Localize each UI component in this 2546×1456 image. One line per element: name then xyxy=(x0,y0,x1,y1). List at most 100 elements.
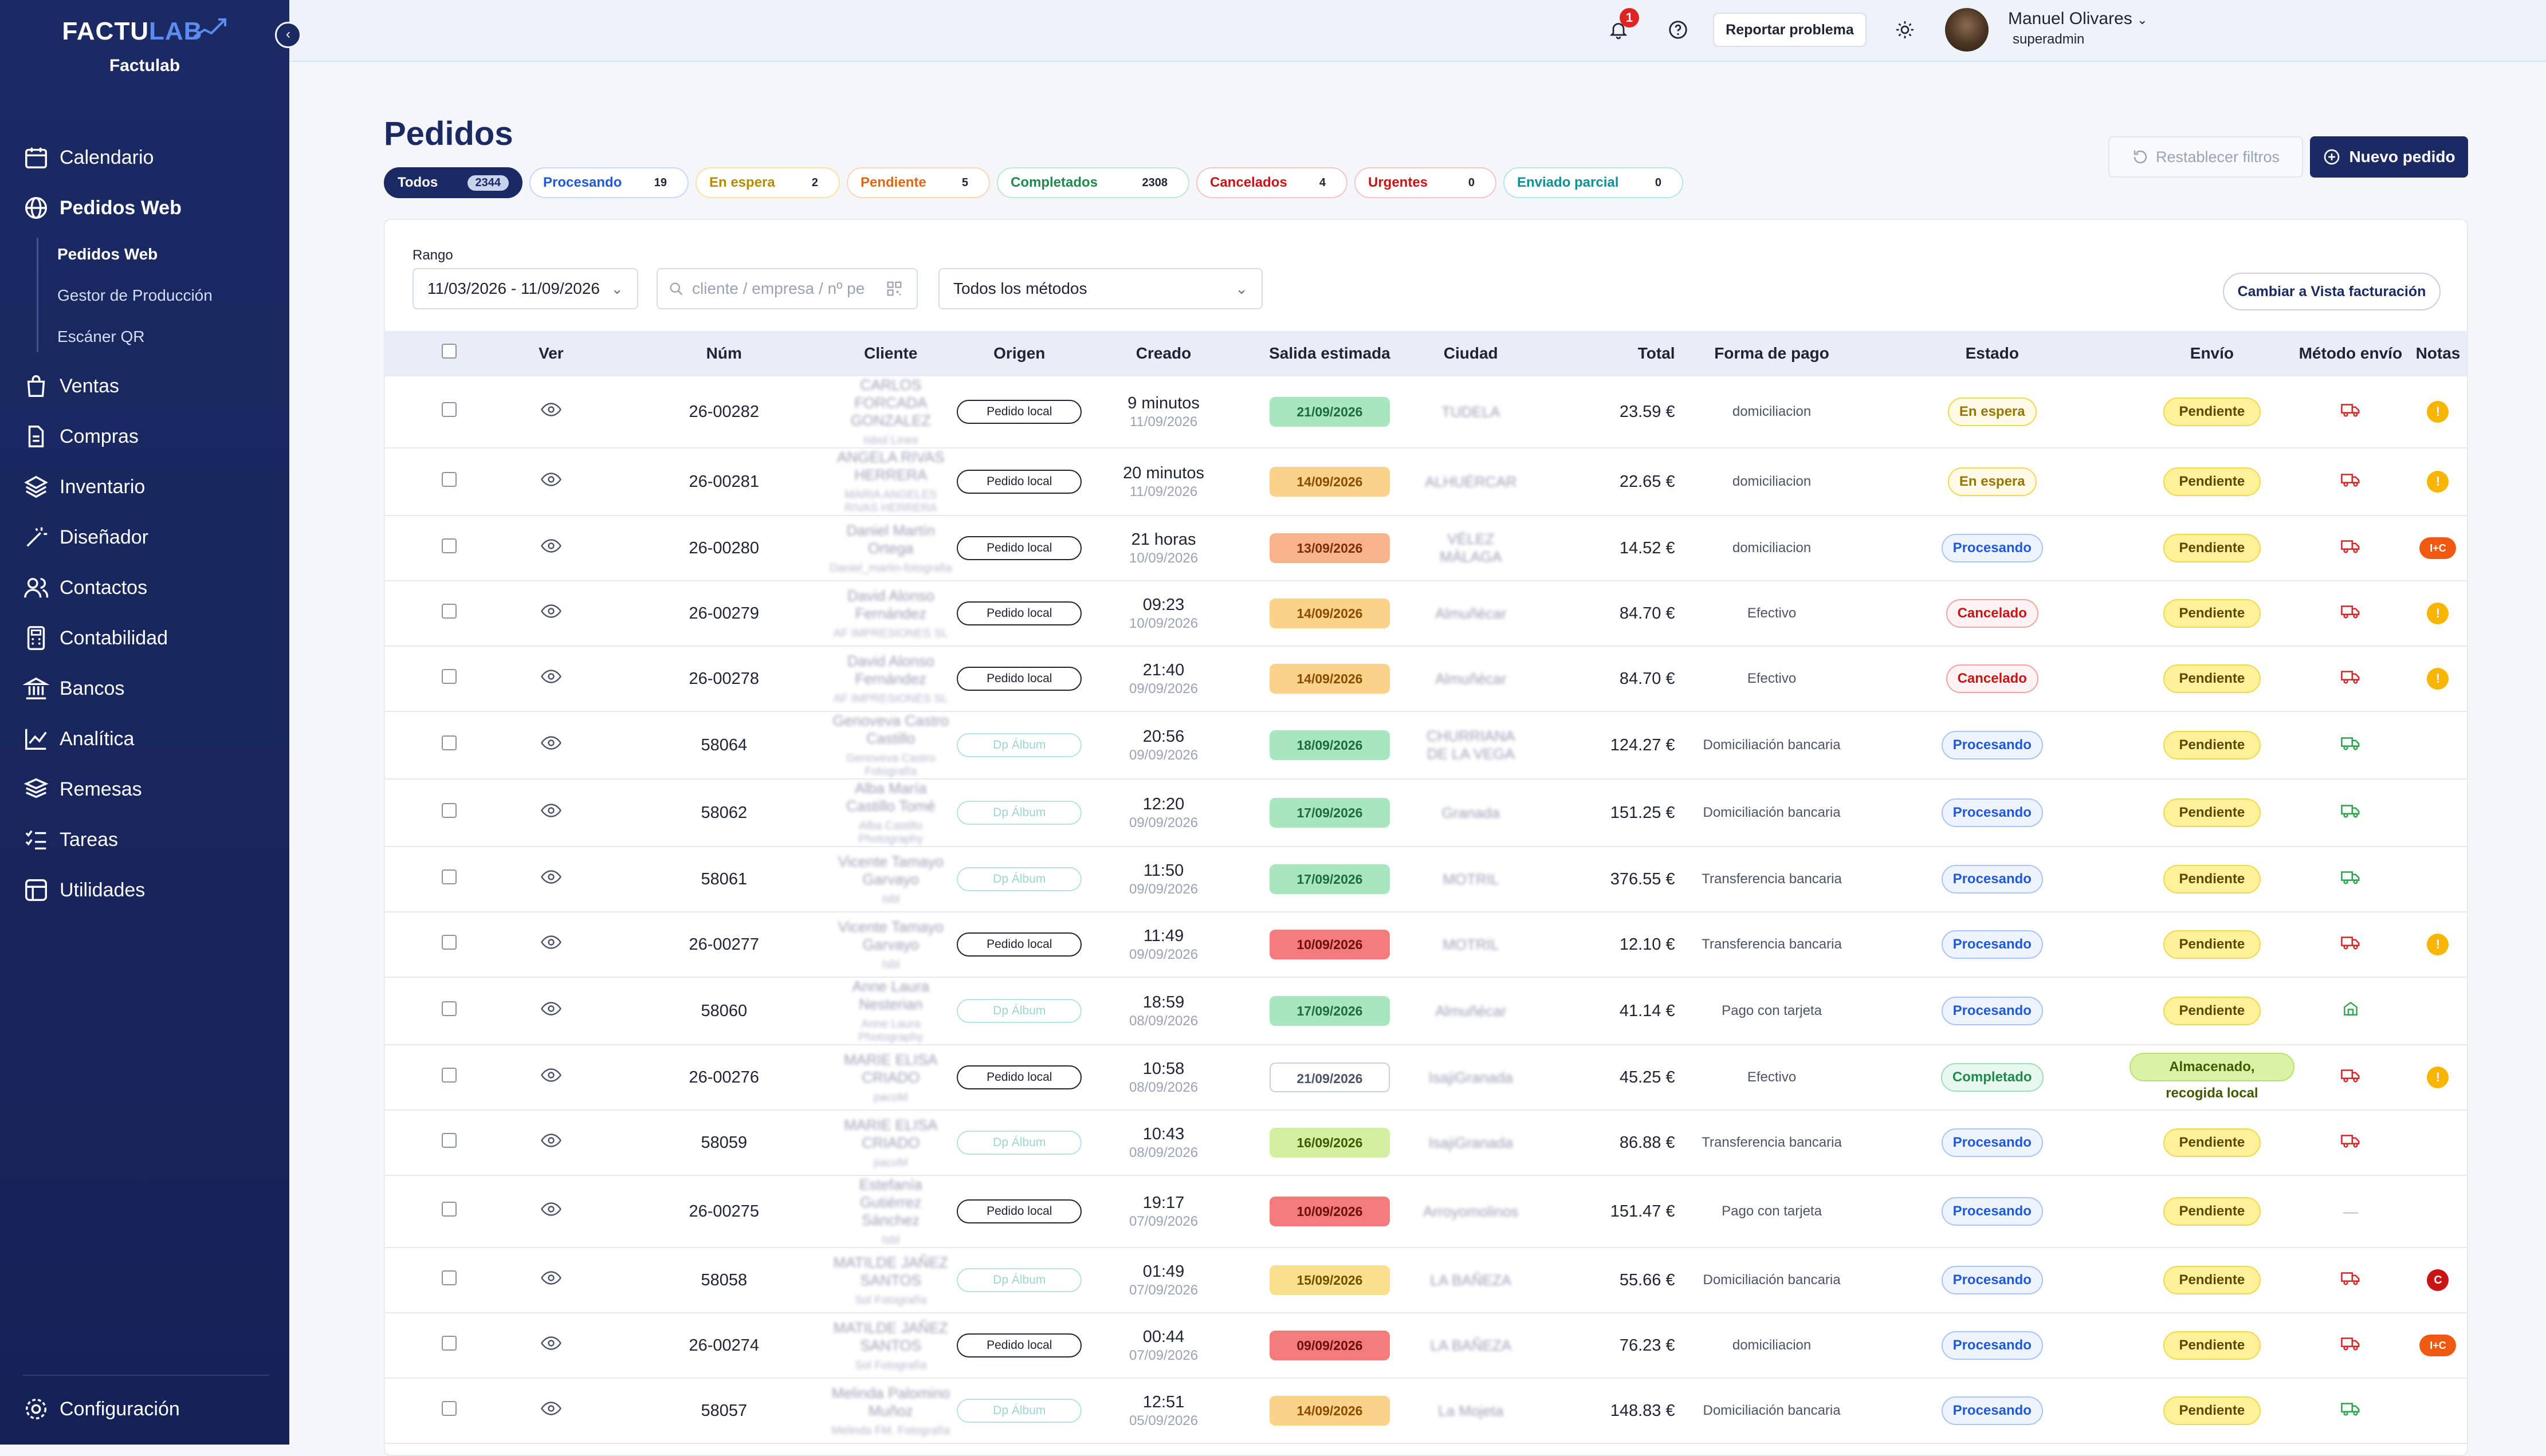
table-row[interactable]: 58064 Genoveva Castro Castillo Genoveva Ca… xyxy=(385,711,2467,779)
eye-icon[interactable] xyxy=(541,1336,561,1351)
order-number[interactable]: 58060 xyxy=(618,977,830,1045)
sidebar-item-utilidades[interactable]: Utilidades xyxy=(23,873,145,907)
chip-pendiente[interactable]: Pendiente 5 xyxy=(847,167,990,198)
table-row[interactable]: 26-00278 David Alonso Fernández AF IMPRESI… xyxy=(385,646,2467,711)
row-checkbox[interactable] xyxy=(442,1068,457,1083)
sidebar-item-analitica[interactable]: Analítica xyxy=(23,722,134,756)
avatar[interactable] xyxy=(1945,8,1989,52)
row-checkbox[interactable] xyxy=(442,803,457,818)
user-menu[interactable]: Manuel Olivares ⌄ xyxy=(2008,9,2148,29)
note-info-badge[interactable]: ! xyxy=(2427,668,2449,690)
sidebar-item-configuracion[interactable]: Configuración xyxy=(23,1392,180,1426)
row-checkbox[interactable] xyxy=(442,735,457,750)
table-row[interactable]: 58060 Anne Laura Nesterian Anne Laura Phot… xyxy=(385,977,2467,1045)
chip-todos[interactable]: Todos 2344 xyxy=(384,167,522,198)
eye-icon[interactable] xyxy=(541,935,561,950)
col-header-ver[interactable]: Ver xyxy=(484,331,619,376)
row-checkbox[interactable] xyxy=(442,1001,457,1016)
row-checkbox[interactable] xyxy=(442,402,457,417)
switch-billing-view-button[interactable]: Cambiar a Vista facturación xyxy=(2223,273,2441,310)
row-checkbox[interactable] xyxy=(442,935,457,950)
eye-icon[interactable] xyxy=(541,1001,561,1016)
table-row[interactable]: 58061 Vicente Tamayo Garvayo Isbl Dp Álbum 1… xyxy=(385,846,2467,912)
sidebar-item-tareas[interactable]: Tareas xyxy=(23,823,118,857)
order-number[interactable]: 58062 xyxy=(618,778,830,847)
chip-completados[interactable]: Completados 2308 xyxy=(997,167,1189,198)
note-info-badge[interactable]: ! xyxy=(2427,1067,2449,1088)
collapse-sidebar-button[interactable]: ‹ xyxy=(275,22,301,48)
row-checkbox[interactable] xyxy=(442,1401,457,1416)
row-checkbox[interactable] xyxy=(442,1202,457,1217)
chip-enviado-parcial[interactable]: Enviado parcial 0 xyxy=(1503,167,1683,198)
col-header-cliente[interactable]: Cliente xyxy=(829,331,952,376)
sidebar-item-calendario[interactable]: Calendario xyxy=(23,140,154,175)
table-row[interactable]: 26-00279 David Alonso Fernández AF IMPRESI… xyxy=(385,580,2467,646)
col-header-salida[interactable]: Salida estimada xyxy=(1240,331,1419,376)
row-checkbox[interactable] xyxy=(442,538,457,553)
order-number[interactable]: 58061 xyxy=(618,846,830,912)
table-row[interactable]: Melinda Palomino Muñoz 12:15 xyxy=(385,1443,2467,1455)
table-row[interactable]: 58059 MARIE ELISA CRIADO pacoM Dp Álbum 10:4… xyxy=(385,1109,2467,1175)
shipping-method-select[interactable]: Todos los métodos ⌄ xyxy=(938,268,1263,309)
eye-icon[interactable] xyxy=(541,803,561,818)
note-alert-badge[interactable]: C xyxy=(2427,1269,2449,1291)
row-checkbox[interactable] xyxy=(442,604,457,619)
sidebar-item-contactos[interactable]: Contactos xyxy=(23,570,147,605)
select-all-checkbox[interactable] xyxy=(442,344,457,359)
eye-icon[interactable] xyxy=(541,869,561,884)
order-number[interactable]: 26-00279 xyxy=(618,580,830,646)
search-field[interactable]: cliente / empresa / nº pe xyxy=(657,268,918,309)
table-row[interactable]: 26-00275 Estefanía Gutiérrez Sánchez Isbl P… xyxy=(385,1175,2467,1248)
col-header-total[interactable]: Total xyxy=(1522,331,1689,376)
order-number[interactable]: 26-00281 xyxy=(618,447,830,515)
table-row[interactable]: 26-00282 CARLOS FORCADA GONZALEZ Isbol Lin… xyxy=(385,375,2467,448)
chip-cancelados[interactable]: Cancelados 4 xyxy=(1196,167,1347,198)
order-number[interactable]: 26-00275 xyxy=(618,1175,830,1248)
eye-icon[interactable] xyxy=(541,1202,561,1217)
chip-urgentes[interactable]: Urgentes 0 xyxy=(1354,167,1496,198)
note-info-badge[interactable]: ! xyxy=(2427,934,2449,955)
chip-en-espera[interactable]: En espera 2 xyxy=(696,167,840,198)
help-button[interactable] xyxy=(1661,13,1695,47)
sidebar-subitem-escaner-qr[interactable]: Escáner QR xyxy=(57,328,145,346)
notifications-button[interactable]: 1 xyxy=(1601,8,1639,47)
row-checkbox[interactable] xyxy=(442,1270,457,1285)
eye-icon[interactable] xyxy=(541,604,561,619)
eye-icon[interactable] xyxy=(541,538,561,553)
order-number[interactable]: 26-00277 xyxy=(618,911,830,977)
qr-code-icon[interactable] xyxy=(886,280,903,297)
note-info-badge[interactable]: ! xyxy=(2427,401,2449,423)
order-number[interactable]: 58059 xyxy=(618,1109,830,1175)
chip-procesando[interactable]: Procesando 19 xyxy=(529,167,689,198)
col-header-creado[interactable]: Creado xyxy=(1086,331,1241,376)
reset-filters-button[interactable]: Restablecer filtros xyxy=(2108,136,2303,178)
col-header-notas[interactable]: Notas xyxy=(2406,331,2467,376)
col-header-origen[interactable]: Origen xyxy=(952,331,1087,376)
row-checkbox[interactable] xyxy=(442,1133,457,1148)
sidebar-item-contabilidad[interactable]: Contabilidad xyxy=(23,621,168,655)
note-info-badge[interactable]: ! xyxy=(2427,471,2449,493)
order-number[interactable]: 58058 xyxy=(618,1247,830,1313)
order-number[interactable]: 26-00278 xyxy=(618,646,830,711)
date-range-picker[interactable]: 11/03/2026 - 11/09/2026 ⌄ xyxy=(412,268,638,309)
col-header-estado[interactable]: Estado xyxy=(1855,331,2130,376)
table-row[interactable]: 26-00280 Daniel Martín Ortega Daniel_marti… xyxy=(385,515,2467,581)
sidebar-item-inventario[interactable]: Inventario xyxy=(23,470,145,504)
eye-icon[interactable] xyxy=(541,1401,561,1416)
sidebar-item-remesas[interactable]: Remesas xyxy=(23,772,142,806)
logo[interactable]: FACTULAB Factulab xyxy=(0,17,289,76)
col-header-envio[interactable]: Envío xyxy=(2129,331,2294,376)
eye-icon[interactable] xyxy=(541,402,561,417)
eye-icon[interactable] xyxy=(541,735,561,750)
eye-icon[interactable] xyxy=(541,1068,561,1083)
note-info-badge[interactable]: ! xyxy=(2427,603,2449,624)
sidebar-subitem-gestor-produccion[interactable]: Gestor de Producción xyxy=(57,286,213,305)
order-number[interactable]: 58057 xyxy=(618,1378,830,1443)
note-multi-badge[interactable]: I+C xyxy=(2419,537,2457,559)
note-multi-badge[interactable]: I+C xyxy=(2419,1335,2457,1356)
eye-icon[interactable] xyxy=(541,1270,561,1285)
sidebar-subitem-pedidos-web[interactable]: Pedidos Web xyxy=(57,245,158,263)
sidebar-item-disenador[interactable]: Diseñador xyxy=(23,520,148,554)
table-row[interactable]: 26-00277 Vicente Tamayo Garvayo Isbl Pedido… xyxy=(385,911,2467,977)
sidebar-item-bancos[interactable]: Bancos xyxy=(23,671,124,706)
